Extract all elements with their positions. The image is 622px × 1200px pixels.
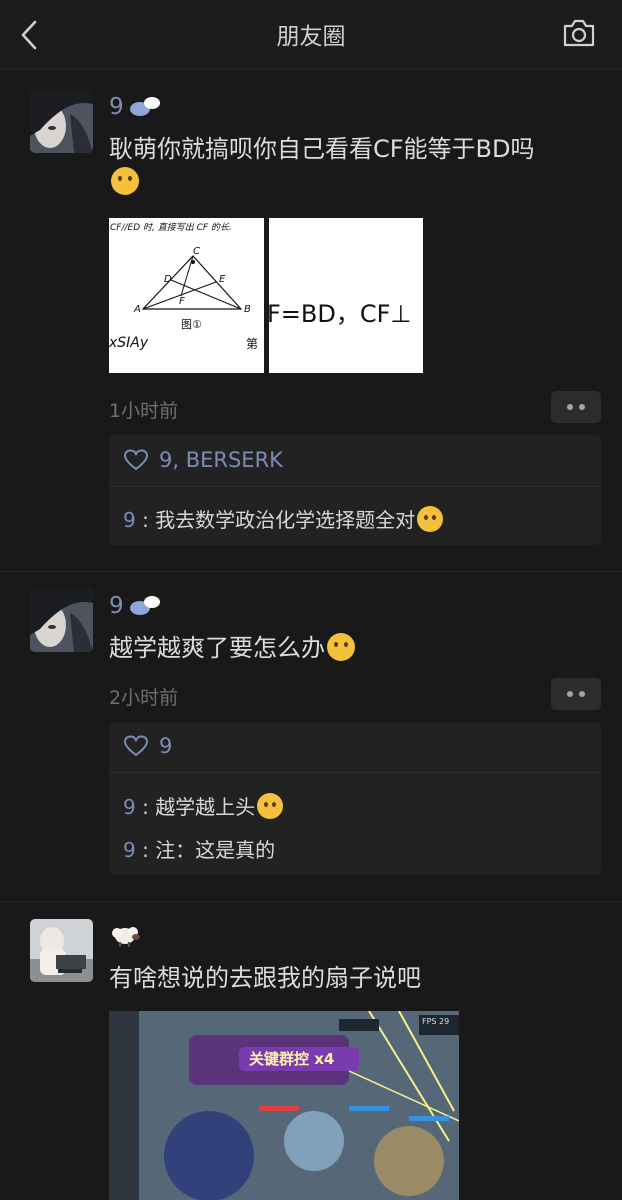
comment-item[interactable]: 9 : 注：这是真的 [123,834,275,863]
comment-box: 9, BERSERK 9 : 我去数学政治化学选择题全对 [109,435,601,545]
game-fps-text: FPS 29 [422,1017,450,1026]
top-bar: 朋友圈 [0,0,622,70]
comment-text: 注：这是真的 [155,838,276,862]
point-label-d: D [164,274,172,285]
author-name[interactable]: 9 [109,593,124,619]
comment-box: 9 9 : 越学越上头 9 : 注：这是真的 [109,722,601,875]
post-image-answer[interactable]: F=BD，CF⊥ [269,218,423,373]
point-label-b: B [244,304,251,315]
likes-names[interactable]: 9, BERSERK [159,448,283,472]
post-text: 有啥想说的去跟我的扇子说吧 [109,964,421,992]
post-image-geometry[interactable]: CF//ED 时, 直接写出 CF 的长. C D E A F B 图① xSI… [109,218,264,373]
avatar[interactable] [30,589,93,652]
figure-caption: 图① [181,318,202,331]
comment-separator: : [135,795,156,819]
comment-item[interactable]: 9 : 我去数学政治化学选择题全对 [123,504,444,533]
post-text: 耿萌你就搞呗你自己看看CF能等于BD吗 [109,133,599,199]
point-label-a: A [134,304,141,315]
page-title: 朋友圈 [276,24,346,50]
post-author[interactable] [109,923,141,949]
likes-names[interactable]: 9 [159,734,172,758]
comment-author[interactable]: 9 [123,838,136,862]
comment-item[interactable]: 9 : 越学越上头 [123,791,284,820]
post-time: 1小时前 [109,400,179,422]
point-label-f: F [179,296,185,307]
post-text: 越学越爽了要怎么办 [109,632,599,665]
author-name[interactable]: 9 [109,94,124,120]
page-number-text: 第 [246,337,259,351]
moment-post: 9 耿萌你就搞呗你自己看看CF能等于BD吗 CF//ED 时, 直接写出 CF … [0,71,622,572]
point-label-c: C [193,246,200,257]
avatar[interactable] [30,919,93,982]
comment-text: 越学越上头 [155,795,256,819]
comment-author[interactable]: 9 [123,795,136,819]
heart-icon [123,449,149,471]
likes-row[interactable]: 9, BERSERK [123,448,283,472]
comment-separator: : [135,508,156,532]
avatar[interactable] [30,90,93,153]
post-image-game-screenshot[interactable]: 关键群控 x4 FPS 29 [109,1011,459,1200]
sheep-icon [112,927,140,947]
divider [109,772,601,773]
divider [109,486,601,487]
scream-emoji-icon [417,506,444,532]
comment-author[interactable]: 9 [123,508,136,532]
speech-bubble-icon [129,596,160,615]
comment-text: 我去数学政治化学选择题全对 [155,508,416,532]
game-scene [109,1011,459,1200]
post-author[interactable]: 9 [109,593,162,619]
moment-post: 9 越学越爽了要怎么办 2小时前 9 9 : 越学越上头 9 : 注：这是真的 [0,572,622,902]
comment-separator: : [135,838,156,862]
more-actions-button[interactable] [551,391,601,423]
handwriting-text: xSIAy [109,335,149,351]
post-author[interactable]: 9 [109,94,162,120]
laugh-cry-emoji-icon [111,167,139,195]
more-actions-button[interactable] [551,678,601,710]
dizzy-emoji-icon [257,793,284,819]
game-banner-text: 关键群控 x4 [249,1050,335,1068]
likes-row[interactable]: 9 [123,734,172,758]
camera-icon[interactable] [562,18,596,48]
heart-icon [123,735,149,757]
answer-text: F=BD，CF⊥ [269,300,412,328]
point-label-e: E [219,274,226,285]
post-time: 2小时前 [109,687,179,709]
crying-emoji-icon [327,633,355,661]
speech-bubble-icon [129,97,160,116]
